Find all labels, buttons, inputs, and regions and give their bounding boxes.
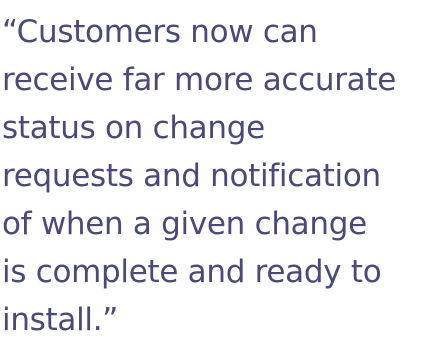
quote-line-3: status on change bbox=[2, 110, 265, 146]
quote-line-4: requests and notification bbox=[2, 158, 381, 194]
customer-quote: “Customers now can receive far more accu… bbox=[0, 0, 431, 341]
quote-line-2: receive far more accurate bbox=[2, 62, 397, 98]
quote-line-5: of when a given change bbox=[2, 206, 367, 242]
quote-line-7: install.” bbox=[2, 302, 119, 338]
quote-line-6: is complete and ready to bbox=[2, 254, 382, 290]
quote-line-1: “Customers now can bbox=[2, 14, 318, 50]
